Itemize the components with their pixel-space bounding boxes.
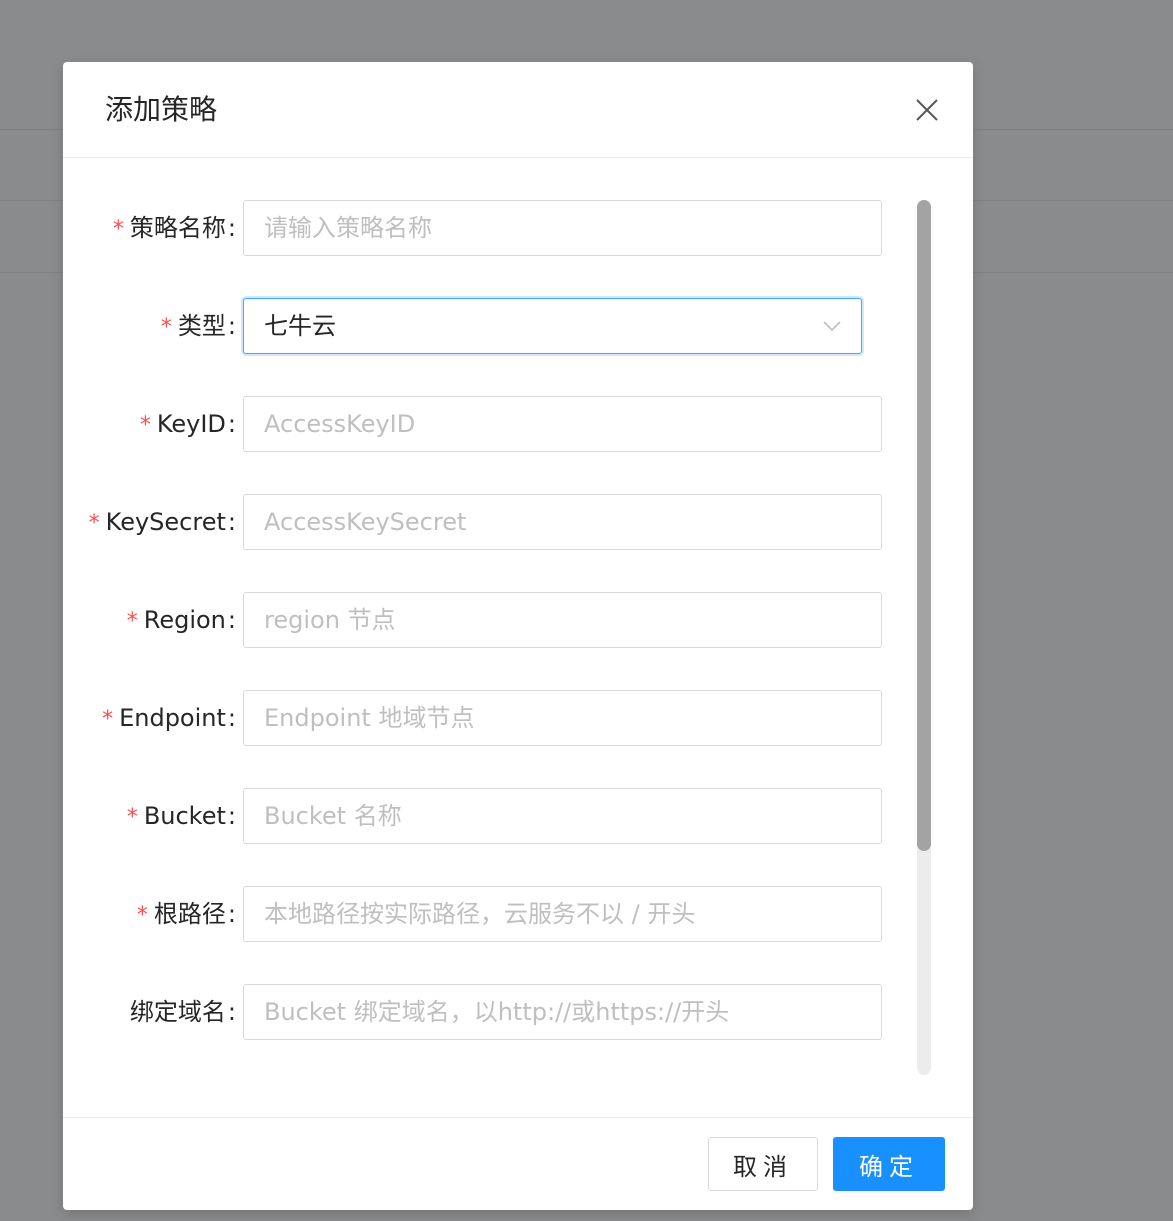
label-colon: : <box>227 802 236 830</box>
form-item-type: * 类型: 七牛云 <box>63 298 973 354</box>
form-label: * Endpoint: <box>102 690 236 746</box>
label-text: 根路径 <box>153 900 226 928</box>
label-text: KeySecret <box>105 508 226 536</box>
label-text: 策略名称 <box>129 214 226 242</box>
form-item-policy-name: * 策略名称: <box>63 200 973 256</box>
required-mark: * <box>160 315 172 340</box>
endpoint-input[interactable] <box>243 690 882 746</box>
cancel-button[interactable]: 取消 <box>708 1137 818 1191</box>
required-mark: * <box>139 413 151 438</box>
label-colon: : <box>227 998 236 1026</box>
form-label: * 策略名称: <box>113 200 236 256</box>
form-label: * Region: <box>127 592 236 648</box>
required-mark: * <box>112 217 124 242</box>
close-button[interactable] <box>915 98 939 122</box>
form-item-region: * Region: <box>63 592 973 648</box>
required-mark: * <box>136 903 148 928</box>
form-item-keyid: * KeyID: <box>63 396 973 452</box>
region-input[interactable] <box>243 592 882 648</box>
label-text: 类型 <box>177 312 226 340</box>
label-colon: : <box>227 508 236 536</box>
form-label: * KeyID: <box>140 396 236 452</box>
required-mark: * <box>126 805 138 830</box>
dialog-footer: 取消 确定 <box>63 1117 973 1211</box>
select-value: 七牛云 <box>264 312 336 340</box>
label-colon: : <box>227 606 236 634</box>
keysecret-input[interactable] <box>243 494 882 550</box>
dialog-title: 添加策略 <box>105 93 218 126</box>
required-mark: * <box>88 511 100 536</box>
policy-name-input[interactable] <box>243 200 882 256</box>
label-text: 绑定域名 <box>129 998 226 1026</box>
required-mark: * <box>102 707 114 732</box>
label-colon: : <box>227 410 236 438</box>
form-label: * KeySecret: <box>89 494 236 550</box>
label-text: Bucket <box>143 802 226 830</box>
form-label: 绑定域名: <box>130 984 236 1040</box>
form-item-domain: 绑定域名: <box>63 984 973 1040</box>
dialog-header: 添加策略 <box>63 62 973 158</box>
required-mark: * <box>126 609 138 634</box>
scrollbar[interactable] <box>917 200 931 1075</box>
form-item-endpoint: * Endpoint: <box>63 690 973 746</box>
label-text: Endpoint <box>119 704 226 732</box>
form-item-root-path: * 根路径: <box>63 886 973 942</box>
form-item-keysecret: * KeySecret: <box>63 494 973 550</box>
label-text: Region <box>143 606 226 634</box>
scrollbar-thumb[interactable] <box>917 200 931 851</box>
label-colon: : <box>227 312 236 340</box>
form-label: * 根路径: <box>137 886 236 942</box>
root-path-input[interactable] <box>243 886 882 942</box>
chevron-down-icon <box>823 321 841 332</box>
label-colon: : <box>227 704 236 732</box>
type-select[interactable]: 七牛云 <box>243 298 862 354</box>
label-colon: : <box>227 214 236 242</box>
bucket-input[interactable] <box>243 788 882 844</box>
dialog-body: *策略名称: *类型: 七牛云 *KeyID: *KeySecret: *Reg… <box>63 158 973 1118</box>
domain-input[interactable] <box>243 984 882 1040</box>
form-label: * 类型: <box>161 298 236 354</box>
keyid-input[interactable] <box>243 396 882 452</box>
close-icon <box>916 99 938 121</box>
confirm-button[interactable]: 确定 <box>833 1137 945 1191</box>
form-label: * Bucket: <box>127 788 236 844</box>
form-item-bucket: * Bucket: <box>63 788 973 844</box>
add-policy-dialog: 添加策略 *策略名称: *类型: 七牛云 *KeyID: *Ke <box>63 62 973 1210</box>
label-colon: : <box>227 900 236 928</box>
label-text: KeyID <box>156 410 226 438</box>
